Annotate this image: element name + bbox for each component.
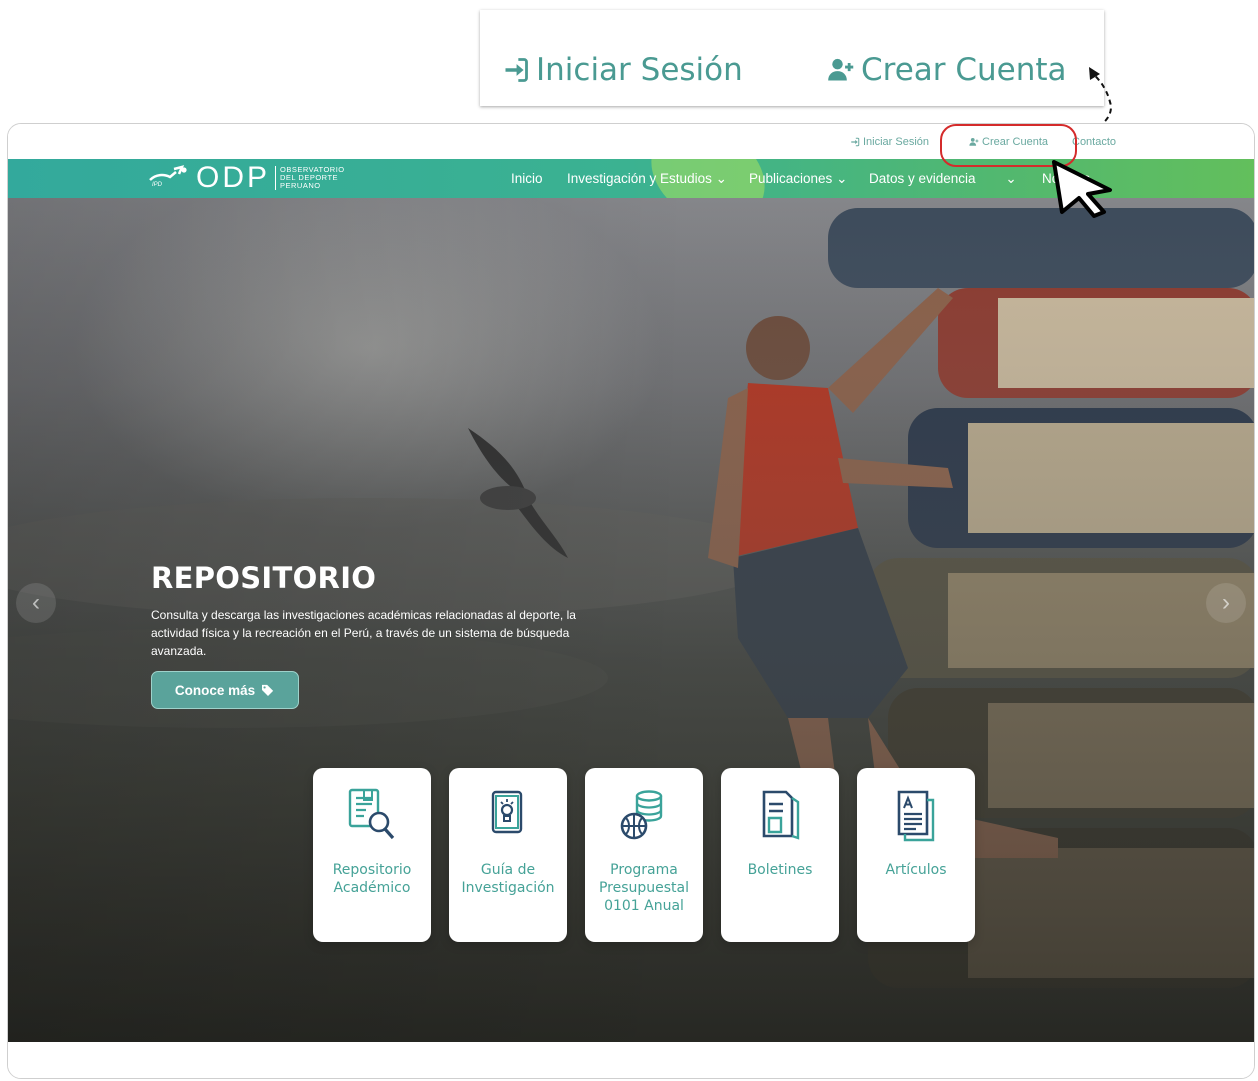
logo-text: ODP bbox=[196, 161, 271, 194]
chevron-down-icon: ⌄ bbox=[715, 171, 727, 186]
nav-item-investigacion[interactable]: Investigación y Estudios ⌄ bbox=[567, 171, 727, 187]
pointer-cursor-icon bbox=[1052, 160, 1112, 218]
carousel-prev-button[interactable]: ‹ bbox=[16, 583, 56, 623]
hero-title: REPOSITORIO bbox=[151, 561, 377, 595]
logo-badge: IPD bbox=[152, 182, 163, 188]
page-below-hero bbox=[8, 1042, 1254, 1078]
bulletins-icon bbox=[762, 790, 800, 840]
logo-sub-line: PERUANO bbox=[280, 181, 321, 190]
card-label: Boletines bbox=[747, 862, 813, 878]
tags-icon bbox=[262, 684, 274, 696]
card-label: Artículos bbox=[885, 862, 947, 878]
site-logo[interactable]: IPD ODP OBSERVATORIO DEL DEPORTE PERUANO bbox=[148, 163, 345, 193]
chevron-down-icon: ⌄ bbox=[836, 171, 848, 186]
zoom-login-link[interactable]: Iniciar Sesión bbox=[502, 52, 743, 88]
hero-description: Consulta y descarga las investigaciones … bbox=[151, 608, 576, 658]
chevron-down-icon: ⌄ bbox=[1005, 171, 1017, 186]
zoom-login-label: Iniciar Sesión bbox=[536, 52, 743, 88]
login-link[interactable]: Iniciar Sesión bbox=[850, 136, 929, 148]
repository-search-icon bbox=[348, 788, 395, 840]
zoom-create-account-link[interactable]: Crear Cuenta bbox=[827, 52, 1067, 88]
zoom-callout: Iniciar Sesión Crear Cuenta bbox=[480, 10, 1104, 106]
zoom-create-label: Crear Cuenta bbox=[861, 52, 1067, 88]
card-boletines[interactable]: Boletines bbox=[721, 768, 839, 942]
nav-label: Inicio bbox=[511, 171, 543, 186]
conoce-mas-button[interactable]: Conoce más bbox=[151, 671, 299, 709]
chevron-right-icon: › bbox=[1222, 589, 1230, 616]
card-repositorio-academico[interactable]: Repositorio Académico bbox=[313, 768, 431, 942]
ipd-runner-icon: IPD bbox=[149, 165, 187, 188]
card-label: Repositorio Académico bbox=[332, 862, 412, 896]
contact-label: Contacto bbox=[1072, 136, 1117, 148]
logo-subtitle: OBSERVATORIO DEL DEPORTE PERUANO bbox=[275, 166, 345, 190]
nav-item-publicaciones[interactable]: Publicaciones ⌄ bbox=[749, 171, 847, 187]
card-articulos[interactable]: Artículos bbox=[857, 768, 975, 942]
contact-link[interactable]: Contacto bbox=[1072, 136, 1116, 148]
card-label: Programa Presupuestal 0101 Anual bbox=[598, 862, 690, 914]
nav-label: Publicaciones bbox=[749, 171, 833, 186]
card-programa-presupuestal[interactable]: Programa Presupuestal 0101 Anual bbox=[585, 768, 703, 942]
nav-item-datos[interactable]: Datos y evidencia ⌄ bbox=[869, 171, 1017, 187]
sign-in-icon bbox=[851, 137, 860, 147]
user-plus-icon bbox=[828, 58, 854, 81]
carousel-next-button[interactable]: › bbox=[1206, 583, 1246, 623]
sign-in-icon bbox=[505, 58, 528, 82]
budget-program-icon bbox=[620, 790, 663, 840]
research-guide-icon bbox=[491, 790, 523, 834]
login-label: Iniciar Sesión bbox=[863, 136, 930, 148]
chevron-left-icon: ‹ bbox=[32, 589, 40, 616]
button-label: Conoce más bbox=[174, 682, 256, 698]
card-guia-investigacion[interactable]: Guía de Investigación bbox=[449, 768, 567, 942]
nav-label: Datos y evidencia bbox=[869, 171, 976, 186]
articles-icon bbox=[897, 790, 935, 842]
nav-item-inicio[interactable]: Inicio bbox=[511, 171, 543, 186]
card-label: Guía de Investigación bbox=[461, 862, 555, 896]
nav-label: Investigación y Estudios bbox=[567, 171, 712, 186]
